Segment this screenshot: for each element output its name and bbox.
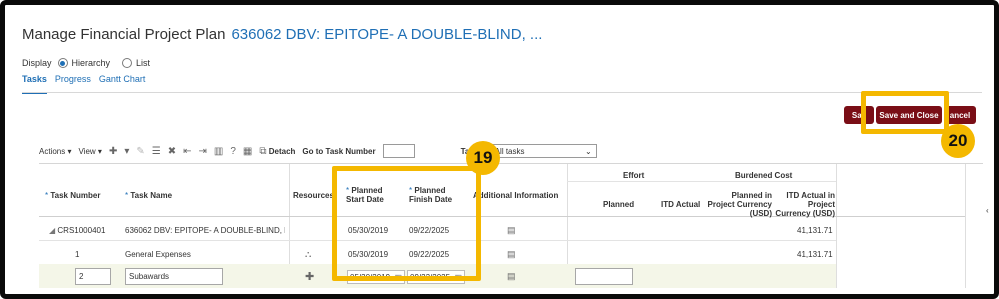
page: Manage Financial Project Plan 636062 DBV:… — [13, 13, 993, 293]
task-number-input[interactable]: 2 — [75, 268, 111, 285]
callout-highlight-dates — [332, 166, 481, 281]
tasks-filter-select[interactable]: All tasks ⌄ — [489, 144, 597, 158]
project-name: 636062 DBV: EPITOPE- A DOUBLE-BLIND, ... — [231, 26, 543, 43]
tab-progress[interactable]: Progress — [55, 74, 91, 94]
effort-planned-header[interactable]: Planned — [603, 200, 634, 209]
screenshot-frame: Manage Financial Project Plan 636062 DBV:… — [0, 0, 999, 299]
effort-planned-input[interactable] — [575, 268, 633, 285]
tasks-table: * Task Number * Task Name Resources * Pl… — [39, 163, 983, 293]
tab-gantt-chart[interactable]: Gantt Chart — [99, 74, 146, 94]
view-label: View — [78, 146, 96, 156]
planned-project-currency-header[interactable]: Planned in Project Currency (USD) — [706, 191, 772, 218]
display-label: Display — [22, 58, 52, 68]
column-divider — [836, 164, 837, 288]
scroll-arrow-icon[interactable]: ‹ — [986, 206, 989, 215]
resources-header[interactable]: Resources — [293, 191, 334, 200]
chevron-down-icon: ▾ — [97, 146, 102, 156]
task-name-input[interactable]: Subawards — [125, 268, 223, 285]
view-menu[interactable]: View ▾ — [78, 147, 101, 156]
tab-tasks[interactable]: Tasks — [22, 74, 47, 94]
page-title-text: Manage Financial Project Plan — [22, 26, 226, 43]
display-selector: Display Hierarchy List — [22, 58, 150, 68]
task-number-header-label: Task Number — [50, 191, 101, 200]
freeze-icon[interactable]: ▥ — [214, 146, 223, 157]
actions-menu[interactable]: Actions ▾ — [39, 147, 71, 156]
add-resource-icon[interactable]: ✚ — [305, 270, 314, 283]
task-name-header[interactable]: * Task Name — [125, 191, 172, 200]
task-name-cell: 636062 DBV: EPITOPE- A DOUBLE-BLIND, PL — [125, 226, 285, 235]
itd-actual-cost-cell: 41,131.71 — [797, 250, 833, 259]
chevron-down-icon: ▾ — [67, 146, 72, 156]
effort-group-header: Effort — [623, 171, 645, 180]
itd-actual-cost-cell: 41,131.71 — [797, 226, 833, 235]
go-to-task-label: Go to Task Number — [302, 146, 376, 156]
comment-icon[interactable]: ▤ — [507, 271, 516, 282]
detach-icon: ⧉ — [259, 145, 267, 157]
chevron-down-icon[interactable]: ▾ — [124, 146, 129, 157]
effort-itd-actual-header[interactable]: ITD Actual — [661, 200, 700, 209]
header-divider — [567, 181, 836, 182]
table-row[interactable]: ◢ CRS1000401 — [49, 226, 105, 235]
collapse-triangle-icon[interactable]: ◢ — [49, 226, 55, 235]
delete-icon[interactable]: ✖ — [168, 146, 176, 157]
step-20-badge: 20 — [941, 124, 975, 158]
indent-icon[interactable]: ⇥ — [199, 146, 207, 157]
list-icon[interactable]: ☰ — [152, 146, 161, 157]
detach-button[interactable]: ⧉ Detach — [259, 146, 295, 157]
hierarchy-option-label: Hierarchy — [71, 58, 111, 68]
step-19-badge: 19 — [466, 141, 500, 175]
hierarchy-radio[interactable] — [57, 58, 68, 68]
page-title: Manage Financial Project Plan 636062 DBV:… — [22, 26, 542, 43]
table-toolbar: Actions ▾ View ▾ ✚ ▾ ✎ ☰ ✖ ⇤ ⇥ ▥ ? ▦ ⧉ D… — [39, 143, 597, 159]
required-marker: * — [125, 191, 129, 200]
export-icon[interactable]: ▦ — [243, 146, 252, 157]
task-name-cell: General Expenses — [125, 250, 191, 259]
resources-icon[interactable]: ⛬ — [305, 249, 311, 260]
help-icon[interactable]: ? — [230, 146, 236, 157]
column-divider — [965, 164, 966, 288]
outdent-icon[interactable]: ⇤ — [183, 146, 191, 157]
callout-highlight-save-close — [861, 91, 949, 134]
additional-info-header[interactable]: Additional Information — [473, 191, 558, 200]
comment-icon[interactable]: ▤ — [507, 225, 516, 236]
task-number-link[interactable]: CRS1000401 — [57, 226, 105, 235]
go-to-task-input[interactable] — [382, 144, 415, 158]
comment-icon[interactable]: ▤ — [507, 249, 516, 260]
chevron-down-icon: ⌄ — [585, 146, 592, 156]
tab-bar: Tasks Progress Gantt Chart — [22, 74, 145, 94]
edit-icon[interactable]: ✎ — [136, 146, 144, 157]
actions-label: Actions — [39, 146, 66, 156]
burdened-cost-group-header: Burdened Cost — [735, 171, 793, 180]
list-option-label: List — [136, 58, 151, 68]
task-name-header-label: Task Name — [130, 191, 173, 200]
add-icon[interactable]: ✚ — [109, 146, 117, 157]
detach-label: Detach — [268, 146, 296, 156]
required-marker: * — [45, 191, 49, 200]
itd-actual-project-currency-header[interactable]: ITD Actual in Project Currency (USD) — [774, 191, 835, 218]
task-number-cell: 1 — [75, 250, 80, 259]
tab-divider — [22, 92, 982, 93]
list-radio[interactable] — [122, 58, 133, 68]
task-number-header[interactable]: * Task Number — [45, 191, 100, 200]
